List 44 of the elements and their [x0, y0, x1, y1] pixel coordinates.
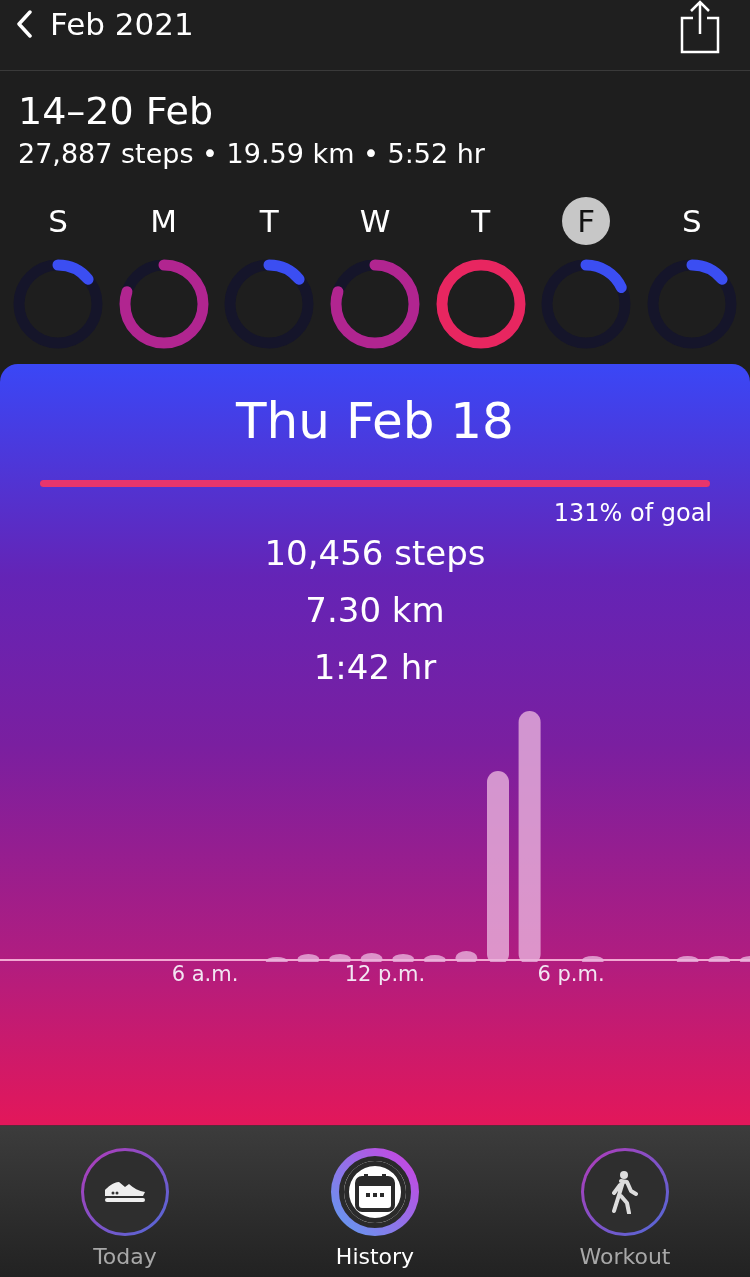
day-stat: 10,456 steps [264, 532, 486, 575]
day-letter[interactable]: S [667, 197, 716, 245]
axis-label: 6 a.m. [170, 962, 240, 986]
hourly-bar [265, 957, 288, 962]
calendar-icon [355, 1172, 395, 1212]
tab-button[interactable]: Today [35, 1126, 215, 1277]
hourly-bar [423, 955, 446, 962]
day-letter[interactable]: F [562, 197, 611, 245]
hourly-bar [676, 956, 699, 962]
axis-label: 12 p.m. [343, 962, 427, 986]
day-letter[interactable]: T [456, 197, 505, 245]
axis-label: 6 p.m. [536, 962, 606, 986]
goal-percentage: 131% of goal [553, 498, 712, 529]
tab-button[interactable]: Workout [535, 1126, 715, 1277]
day-progress-ring[interactable] [646, 259, 737, 349]
day-progress-ring[interactable] [329, 259, 420, 349]
hourly-bar [739, 956, 750, 962]
day-letter[interactable]: S [34, 197, 82, 245]
week-totals: 27,887 steps • 19.59 km • 5:52 hr [18, 137, 486, 171]
day-stat: 1:42 hr [313, 646, 437, 689]
hourly-bar [297, 954, 320, 962]
day-stat: 7.30 km [305, 589, 445, 632]
hourly-bar [455, 951, 478, 962]
day-letter[interactable]: W [350, 197, 399, 245]
day-progress-ring[interactable] [541, 259, 632, 349]
day-letter[interactable]: M [139, 197, 188, 245]
day-progress-ring[interactable] [118, 259, 209, 349]
tab-button[interactable]: History [285, 1126, 465, 1277]
day-progress-ring[interactable] [435, 259, 526, 349]
sneaker-icon [105, 1182, 145, 1202]
hourly-bar [360, 953, 383, 962]
walking-person-icon [611, 1170, 639, 1214]
week-range: 14–20 Feb [18, 88, 215, 135]
day-letter[interactable]: T [245, 197, 294, 245]
day-progress-ring[interactable] [13, 259, 103, 349]
hourly-bar [708, 956, 731, 962]
back-button[interactable]: Feb 2021 [16, 6, 194, 42]
day-progress-ring[interactable] [224, 259, 315, 349]
share-icon[interactable] [680, 0, 720, 54]
chevron-left-icon [16, 10, 34, 38]
hourly-bar [329, 954, 351, 962]
hourly-bar [581, 956, 604, 962]
hourly-bar [392, 954, 415, 962]
day-title: Thu Feb 18 [235, 391, 515, 452]
